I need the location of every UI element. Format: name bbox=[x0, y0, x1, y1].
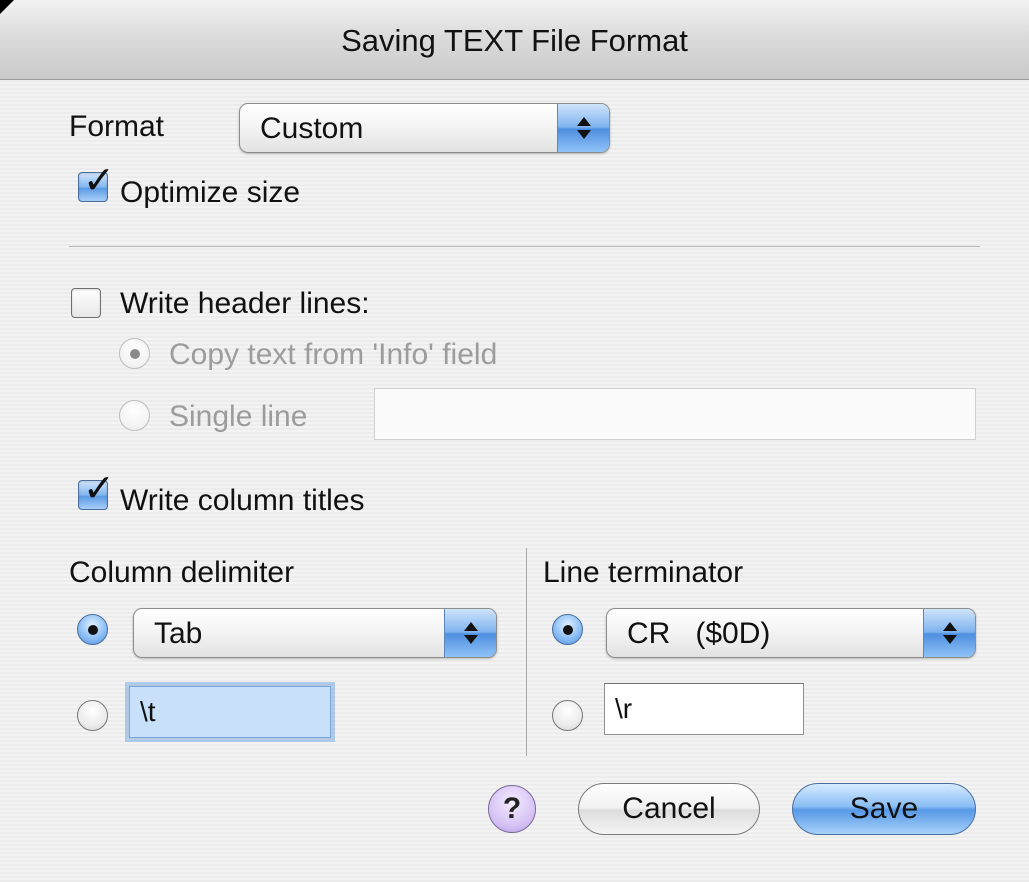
line-terminator-custom-radio[interactable] bbox=[552, 700, 583, 731]
optimize-size-label: Optimize size bbox=[120, 176, 301, 209]
updown-arrows-icon bbox=[557, 104, 609, 152]
dialog-title: Saving TEXT File Format bbox=[341, 22, 688, 58]
copy-info-label: Copy text from 'Info' field bbox=[169, 338, 498, 371]
single-line-input[interactable] bbox=[374, 388, 976, 440]
write-column-titles-checkbox[interactable]: ✓ bbox=[78, 469, 115, 510]
line-terminator-label: Line terminator bbox=[543, 556, 744, 589]
column-delimiter-custom-radio[interactable] bbox=[77, 700, 108, 731]
cancel-button[interactable]: Cancel bbox=[578, 783, 760, 835]
column-delimiter-popup-value: Tab bbox=[154, 617, 203, 650]
radio-dot bbox=[562, 624, 573, 635]
line-terminator-popup-value: CR ($0D) bbox=[627, 617, 771, 650]
line-terminator-preset-radio[interactable] bbox=[552, 614, 583, 645]
radio-dot bbox=[129, 348, 140, 359]
optimize-size-checkbox[interactable]: ✓ bbox=[78, 161, 115, 202]
question-icon: ? bbox=[502, 792, 522, 825]
checkmark-icon: ✓ bbox=[83, 466, 115, 510]
write-column-titles-label: Write column titles bbox=[120, 484, 365, 517]
column-divider bbox=[526, 548, 527, 756]
line-terminator-custom-input[interactable]: \r bbox=[604, 683, 804, 735]
updown-arrows-icon bbox=[923, 609, 975, 657]
format-popup[interactable]: Custom bbox=[239, 103, 610, 153]
write-header-lines-label: Write header lines: bbox=[120, 287, 370, 320]
radio-dot bbox=[87, 624, 98, 635]
single-line-radio[interactable] bbox=[119, 400, 150, 431]
format-label: Format bbox=[69, 110, 165, 143]
single-line-label: Single line bbox=[169, 400, 308, 433]
write-header-lines-checkbox[interactable] bbox=[71, 288, 101, 318]
column-delimiter-label: Column delimiter bbox=[69, 556, 295, 589]
format-popup-value: Custom bbox=[260, 112, 364, 145]
section-divider bbox=[69, 246, 980, 247]
window-corner-marker bbox=[0, 0, 14, 14]
save-button[interactable]: Save bbox=[792, 783, 976, 835]
help-button[interactable]: ? bbox=[488, 785, 536, 833]
save-text-format-dialog: Saving TEXT File Format Format Custom ✓ … bbox=[0, 0, 1029, 882]
line-terminator-popup[interactable]: CR ($0D) bbox=[606, 608, 976, 658]
copy-info-radio[interactable] bbox=[119, 338, 150, 369]
updown-arrows-icon bbox=[444, 609, 496, 657]
title-bar[interactable]: Saving TEXT File Format bbox=[0, 0, 1029, 80]
checkmark-icon: ✓ bbox=[83, 158, 115, 202]
column-delimiter-popup[interactable]: Tab bbox=[133, 608, 497, 658]
column-delimiter-preset-radio[interactable] bbox=[77, 614, 108, 645]
column-delimiter-custom-input[interactable]: \t bbox=[129, 686, 331, 738]
